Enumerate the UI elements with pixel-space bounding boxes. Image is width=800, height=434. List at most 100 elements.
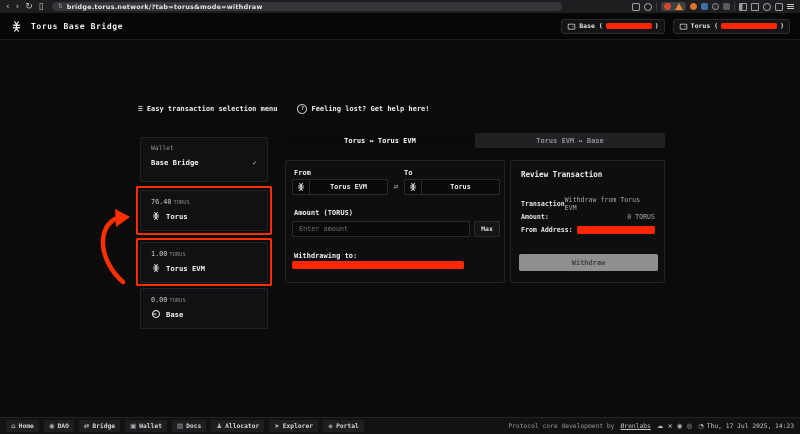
picture-in-picture-icon[interactable] [751, 3, 759, 11]
amount-label: Amount: [521, 213, 549, 221]
badge-label: ) [780, 22, 784, 30]
network-name: Base [166, 310, 183, 319]
github-icon[interactable]: ◉ [677, 423, 683, 430]
renlabs-link[interactable]: Ørenlabs [620, 423, 650, 430]
reload-icon[interactable]: ↻ [25, 2, 33, 12]
swap-direction-icon[interactable]: ⇄ [388, 182, 404, 191]
github-extension-icon[interactable] [712, 3, 719, 10]
credit-text: Protocol core development by [508, 423, 614, 430]
portal-icon: ◈ [328, 423, 333, 430]
help-link[interactable]: ? Feeling lost? Get help here! [297, 104, 429, 114]
taskbar-item-label: Bridge [92, 423, 115, 430]
docs-icon: ▤ [177, 423, 183, 430]
max-button[interactable]: Max [474, 221, 500, 237]
divider [734, 2, 735, 11]
taskbar-item-bridge[interactable]: ⇄ Bridge [79, 420, 120, 432]
bridge-form-card: From To Torus EVM ⇄ Torus Amount (TORUS)… [285, 160, 505, 283]
base-balance-badge[interactable]: Base ( ) [561, 19, 664, 34]
gray-extension-icon[interactable] [723, 3, 730, 10]
taskbar-item-wallet[interactable]: ▣ Wallet [125, 420, 167, 432]
taskbar-item-allocator[interactable]: ♟ Allocator [211, 420, 264, 432]
balance-amount: 1.00TORUS [151, 250, 257, 258]
badge-label: ) [655, 22, 659, 30]
balance-card-base[interactable]: 0.00TORUS Base [140, 288, 268, 329]
telegram-icon[interactable]: ◎ [686, 423, 692, 430]
wallet-icon [567, 22, 576, 31]
list-icon: ≡ [138, 105, 143, 113]
divider [656, 2, 657, 11]
to-network-value: Torus [422, 180, 499, 194]
blue-extension-icon[interactable] [701, 3, 708, 10]
selected-wallet-label: Base Bridge [151, 158, 199, 167]
amount-value: 76.40 [151, 198, 171, 206]
network-name: Torus EVM [166, 264, 205, 273]
dao-icon: ◉ [49, 423, 55, 430]
wallet-card: Wallet Base Bridge ✓ [140, 137, 268, 182]
torus-network-icon [405, 180, 422, 194]
firefox-extension-icon[interactable] [690, 3, 697, 10]
x-icon[interactable]: × [667, 423, 672, 430]
address-bar[interactable]: ⇅ bridge.torus.network/?tab=torus&mode=w… [52, 2, 562, 11]
taskbar-item-home[interactable]: ⌂ Home [6, 420, 39, 432]
help-icon: ? [297, 104, 307, 114]
container-icon[interactable] [644, 3, 652, 11]
forward-icon[interactable]: › [16, 2, 20, 12]
amount-input[interactable] [292, 221, 470, 237]
wallet-section-label: Wallet [151, 145, 257, 152]
browser-extension-area [632, 2, 794, 11]
taskbar-item-dao[interactable]: ◉ DAO [44, 420, 74, 432]
review-transaction-card: Review Transaction Transaction Withdraw … [510, 160, 665, 283]
badge-label: Base ( [579, 22, 602, 30]
transaction-selection-menu[interactable]: ≡ Easy transaction selection menu [138, 105, 277, 113]
network-row: Base [151, 309, 257, 319]
bridge-icon: ⇄ [84, 423, 89, 430]
site-info-icon[interactable]: ⇅ [58, 4, 63, 10]
taskbar-item-docs[interactable]: ▤ Docs [172, 420, 206, 432]
warning-extension-icon[interactable] [675, 3, 683, 10]
balance-badges: Base ( ) Torus ( ) [561, 19, 790, 34]
taskbar-item-label: Allocator [225, 423, 259, 430]
translate-icon[interactable] [632, 3, 640, 11]
wallet-selector[interactable]: Base Bridge ✓ [151, 158, 257, 167]
taskbar-item-label: Home [19, 423, 34, 430]
tab-torus-torus-evm[interactable]: Torus ↔ Torus EVM [285, 133, 475, 148]
from-address-label: From Address: [521, 226, 573, 234]
top-menu-row: ≡ Easy transaction selection menu ? Feel… [138, 104, 430, 114]
balance-card-torus[interactable]: 76.40TORUS Torus [140, 190, 268, 231]
taskbar-item-explorer[interactable]: ➤ Explorer [269, 420, 318, 432]
from-network-value: Torus EVM [310, 180, 387, 194]
to-network-select[interactable]: Torus [404, 179, 500, 195]
browser-menu-icon[interactable] [787, 6, 794, 7]
review-row-from-address: From Address: [521, 225, 655, 234]
taskbar-item-portal[interactable]: ◈ Portal [323, 420, 364, 432]
taskbar-item-label: Explorer [283, 423, 313, 430]
from-label: From [294, 169, 311, 177]
withdrawing-to-label: Withdrawing to: [294, 252, 357, 260]
discord-icon[interactable]: ☁ [657, 423, 664, 430]
wallet-extension-icon[interactable] [664, 3, 671, 10]
from-network-select[interactable]: Torus EVM [292, 179, 388, 195]
url-text: bridge.torus.network/?tab=torus&mode=wit… [67, 3, 263, 11]
redacted-balance [606, 23, 652, 29]
shield-icon[interactable] [775, 3, 783, 11]
active-extension-group [661, 2, 686, 11]
wallet-icon: ▣ [130, 423, 136, 430]
taskbar-item-label: Wallet [139, 423, 162, 430]
taskbar-item-label: DAO [58, 423, 69, 430]
review-row-transaction: Transaction Withdraw from Torus EVM [521, 199, 655, 208]
extensions-icon[interactable] [763, 3, 771, 11]
back-icon[interactable]: ‹ [6, 2, 10, 12]
sidebar-toggle-icon[interactable] [739, 3, 747, 11]
bookmark-icon[interactable]: ▯ [39, 2, 44, 12]
balance-card-torus-evm[interactable]: 1.00TORUS Torus EVM [140, 242, 268, 283]
app-header: Torus Base Bridge Base ( ) Torus ( ) [0, 13, 800, 40]
withdraw-button[interactable]: Withdraw [519, 254, 658, 271]
transaction-label: Transaction [521, 200, 565, 208]
datetime-text: Thu, 17 Jul 2025, 14:23 [707, 423, 794, 430]
help-label: Feeling lost? Get help here! [311, 105, 429, 113]
check-icon: ✓ [253, 159, 257, 167]
torus-balance-badge[interactable]: Torus ( ) [673, 19, 790, 34]
torus-network-icon [151, 263, 161, 273]
tab-torus-evm-base[interactable]: Torus EVM ↔ Base [475, 133, 665, 148]
review-rows: Transaction Withdraw from Torus EVM Amou… [521, 199, 655, 234]
